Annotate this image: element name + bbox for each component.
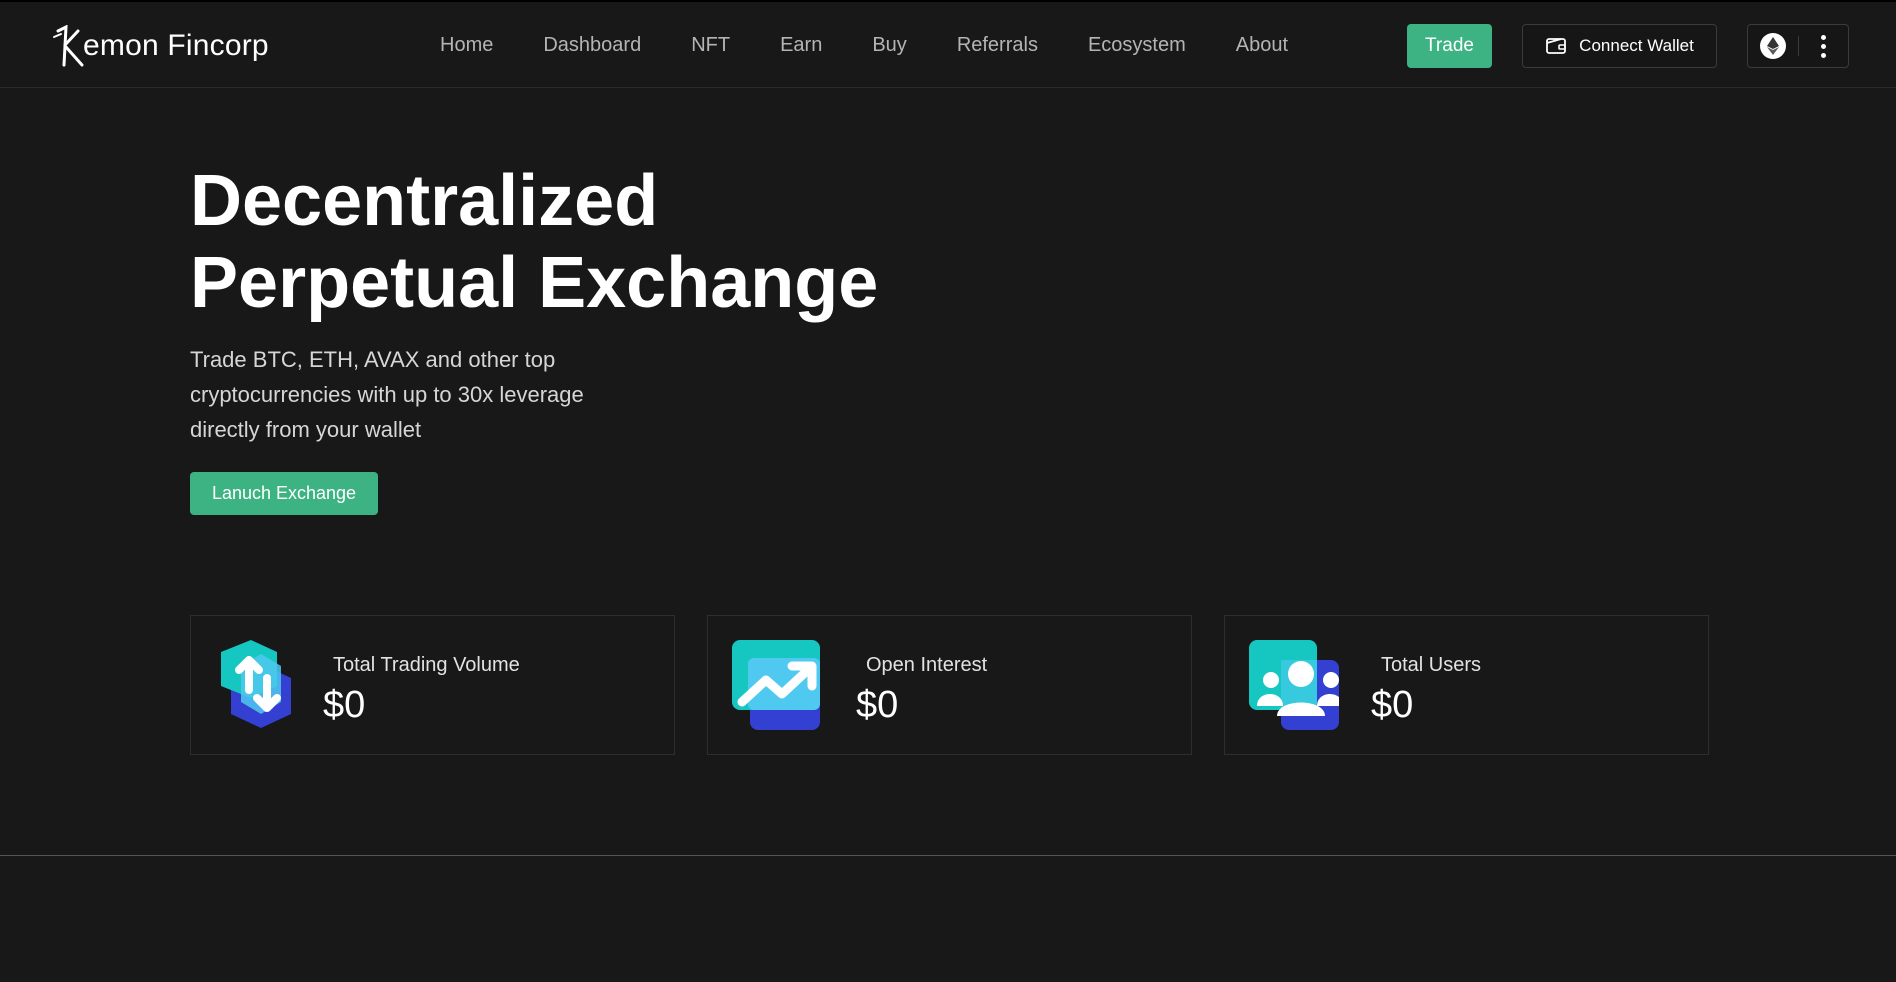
network-menu (1747, 24, 1849, 68)
ethereum-icon (1760, 33, 1786, 59)
hero-title-line1: Decentralized (190, 161, 659, 241)
nav-dashboard[interactable]: Dashboard (543, 32, 641, 58)
network-selector[interactable] (1748, 25, 1798, 67)
nav-about[interactable]: About (1236, 32, 1288, 58)
hero-subtitle-line2: cryptocurrencies with up to 30x leverage (190, 382, 584, 407)
stat-label: Total Users (1381, 654, 1482, 676)
page: emon Fincorp Home Dashboard NFT Earn Buy… (0, 0, 1896, 982)
stat-value: $0 (856, 684, 899, 726)
wallet-icon (1546, 38, 1567, 54)
nav-referrals[interactable]: Referrals (957, 32, 1038, 58)
nav-nft[interactable]: NFT (691, 32, 730, 58)
users-icon (1249, 640, 1339, 730)
stat-card-trading-volume: Total Trading Volume $0 (190, 615, 675, 755)
brand-logo[interactable]: emon Fincorp (52, 24, 269, 68)
stat-card-open-interest: Open Interest $0 (707, 615, 1192, 755)
stat-label: Total Trading Volume (333, 654, 520, 676)
nav-ecosystem[interactable]: Ecosystem (1088, 32, 1186, 58)
nav-earn[interactable]: Earn (780, 32, 822, 58)
trade-button[interactable]: Trade (1407, 24, 1492, 68)
main-nav: Home Dashboard NFT Earn Buy Referrals Ec… (440, 32, 1338, 58)
hero-subtitle-line1: Trade BTC, ETH, AVAX and other top (190, 347, 556, 372)
logo-mark-icon (53, 25, 84, 67)
launch-exchange-button[interactable]: Lanuch Exchange (190, 472, 378, 515)
connect-wallet-label: Connect Wallet (1579, 36, 1694, 55)
top-navbar: emon Fincorp Home Dashboard NFT Earn Buy… (0, 2, 1896, 88)
hero-title-line2: Perpetual Exchange (190, 243, 879, 323)
stat-value: $0 (323, 684, 366, 726)
stat-label: Open Interest (866, 654, 988, 676)
stat-value: $0 (1371, 684, 1414, 726)
hero-subtitle: Trade BTC, ETH, AVAX and other top crypt… (190, 342, 650, 447)
hero-subtitle-line3: directly from your wallet (190, 417, 422, 442)
more-vertical-icon (1821, 34, 1826, 58)
more-menu-button[interactable] (1799, 25, 1848, 67)
hero-title: Decentralized Perpetual Exchange (190, 160, 990, 324)
nav-home[interactable]: Home (440, 32, 493, 58)
brand-name: emon Fincorp (83, 29, 269, 62)
open-interest-icon (732, 640, 820, 730)
connect-wallet-button[interactable]: Connect Wallet (1522, 24, 1717, 68)
nav-buy[interactable]: Buy (872, 32, 906, 58)
stat-card-total-users: Total Users $0 (1224, 615, 1709, 755)
section-divider (0, 855, 1896, 856)
trading-volume-icon (221, 640, 291, 728)
